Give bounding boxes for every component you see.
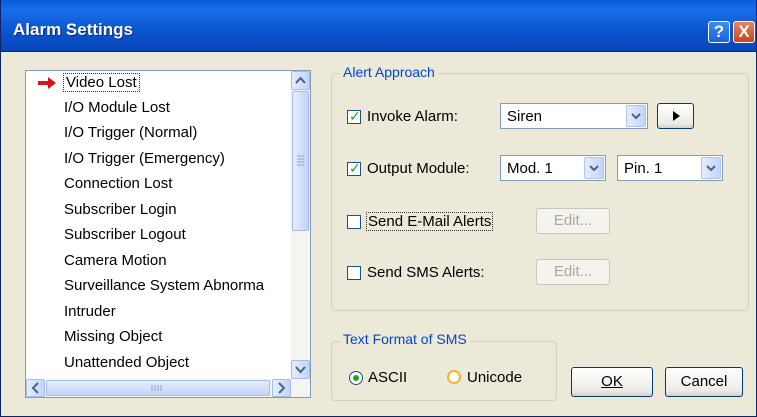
event-list[interactable]: Video Lost I/O Module Lost I/O Trigger (… [25, 70, 311, 398]
list-vertical-scrollbar[interactable] [291, 71, 310, 379]
vertical-scroll-thumb[interactable] [292, 91, 309, 231]
list-item-label: Video Lost [63, 73, 140, 92]
list-item-label: Subscriber Login [64, 201, 177, 218]
invoke-alarm-label: Invoke Alarm: [367, 108, 458, 125]
alarm-sound-value: Siren [507, 108, 543, 125]
horizontal-scroll-thumb[interactable] [46, 380, 270, 396]
checkmark-icon: ✓ [349, 160, 361, 176]
list-item-connection-lost[interactable]: Connection Lost [64, 173, 172, 195]
email-alerts-label: Send E-Mail Alerts [365, 212, 494, 231]
list-item-io-module-lost[interactable]: I/O Module Lost [64, 97, 170, 119]
chevron-left-icon [31, 382, 39, 394]
chevron-down-icon [706, 165, 716, 172]
list-item-subscriber-logout[interactable]: Subscriber Logout [64, 224, 186, 246]
module-select[interactable]: Mod. 1 [500, 155, 606, 181]
list-item-label: Surveillance System Abnorma [64, 277, 265, 294]
list-item-label: Subscriber Logout [64, 226, 186, 243]
unicode-label: Unicode [467, 369, 523, 386]
email-alerts-checkbox[interactable] [347, 215, 361, 229]
list-item-video-lost[interactable]: Video Lost [63, 72, 140, 94]
list-item-subscriber-login[interactable]: Subscriber Login [64, 199, 177, 221]
grip-icon [151, 385, 162, 391]
scroll-down-button[interactable] [291, 360, 310, 379]
play-alarm-button[interactable] [657, 103, 694, 129]
invoke-alarm-checkbox[interactable]: ✓ [347, 108, 361, 124]
pin-dropdown-button[interactable] [701, 157, 721, 179]
list-item-label: I/O Trigger (Emergency) [64, 150, 225, 167]
email-edit-button[interactable]: Edit... [536, 208, 610, 234]
module-value: Mod. 1 [507, 160, 553, 177]
list-item-camera-motion[interactable]: Camera Motion [64, 250, 167, 272]
ok-button[interactable]: OK [571, 367, 653, 397]
selection-arrow-icon [38, 77, 56, 89]
alarm-sound-dropdown-button[interactable] [626, 105, 646, 127]
list-item-label: Unattended Object [64, 354, 190, 371]
ok-label: OK [601, 373, 623, 390]
alarm-settings-window: Alarm Settings ? X Video Lost I/O Module… [0, 0, 757, 417]
list-item-unattended-object[interactable]: Unattended Object [64, 352, 189, 374]
scroll-right-button[interactable] [272, 379, 291, 397]
pin-value: Pin. 1 [624, 160, 663, 177]
chevron-down-icon [295, 366, 306, 374]
list-item-label: Camera Motion [64, 252, 167, 269]
unicode-radio[interactable] [447, 370, 461, 384]
window-title: Alarm Settings [13, 20, 133, 39]
scroll-up-button[interactable] [291, 71, 310, 90]
chevron-down-icon [631, 113, 641, 120]
radio-selected-dot [353, 375, 359, 381]
checkmark-icon: ✓ [349, 108, 361, 124]
sms-format-legend: Text Format of SMS [340, 331, 470, 347]
play-icon [673, 111, 680, 121]
grip-icon [297, 155, 304, 166]
list-item-label: I/O Module Lost [64, 99, 170, 116]
sms-format-group [331, 341, 557, 401]
module-dropdown-button[interactable] [584, 157, 604, 179]
chevron-down-icon [589, 165, 599, 172]
chevron-up-icon [295, 76, 306, 84]
list-item-label: Missing Object [64, 328, 163, 345]
help-button[interactable]: ? [708, 21, 730, 43]
title-bar[interactable]: Alarm Settings ? X [1, 0, 756, 52]
sms-edit-button[interactable]: Edit... [536, 259, 610, 285]
close-button[interactable]: X [733, 21, 755, 43]
event-list-items: Video Lost I/O Module Lost I/O Trigger (… [26, 71, 291, 379]
list-item-surveillance-abnormal[interactable]: Surveillance System Abnorma [64, 275, 264, 297]
list-item-io-trigger-normal[interactable]: I/O Trigger (Normal) [64, 122, 197, 144]
ascii-radio[interactable] [349, 371, 363, 385]
list-item-label: I/O Trigger (Normal) [64, 124, 198, 141]
alert-approach-legend: Alert Approach [340, 64, 438, 80]
list-item-missing-object[interactable]: Missing Object [64, 326, 162, 348]
alarm-sound-select[interactable]: Siren [500, 103, 648, 129]
sms-alerts-checkbox[interactable] [347, 266, 361, 280]
list-item-io-trigger-emergency[interactable]: I/O Trigger (Emergency) [64, 148, 225, 170]
list-item-label: Intruder [64, 303, 116, 320]
list-horizontal-scrollbar[interactable] [26, 379, 310, 397]
pin-select[interactable]: Pin. 1 [617, 155, 723, 181]
sms-alerts-label: Send SMS Alerts: [367, 264, 485, 281]
list-item-intruder[interactable]: Intruder [64, 301, 116, 323]
output-module-label: Output Module: [367, 160, 470, 177]
list-item-label: Connection Lost [64, 175, 173, 192]
cancel-label: Cancel [680, 373, 728, 390]
scroll-left-button[interactable] [26, 379, 45, 397]
ascii-label: ASCII [368, 369, 408, 386]
cancel-button[interactable]: Cancel [665, 367, 743, 397]
output-module-checkbox[interactable]: ✓ [347, 160, 361, 176]
chevron-right-icon [278, 382, 286, 394]
